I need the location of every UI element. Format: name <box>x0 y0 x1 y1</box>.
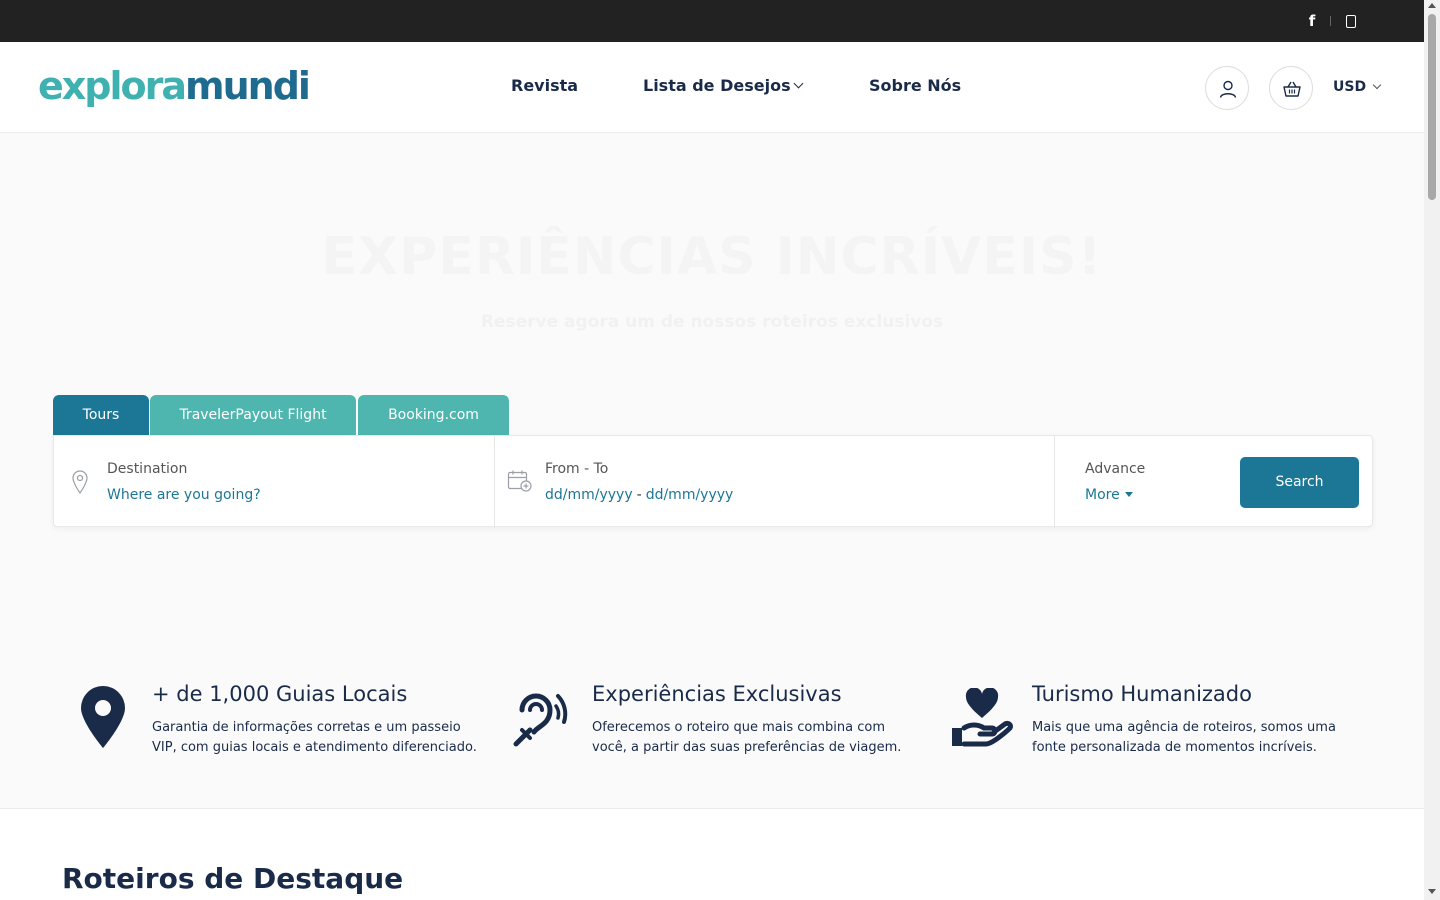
nav-item-sobre-nos[interactable]: Sobre Nós <box>869 76 961 96</box>
feature-title: + de 1,000 Guias Locais <box>152 682 408 706</box>
destination-label: Destination <box>107 461 188 477</box>
tab-travelerpayout-flight[interactable]: TravelerPayout Flight <box>150 395 356 435</box>
nav-item-label: Lista de Desejos <box>643 76 791 95</box>
top-bar: f <box>0 0 1424 42</box>
date-range-input[interactable]: dd/mm/yyyy - dd/mm/yyyy <box>545 486 733 504</box>
hero-title: EXPERIÊNCIAS INCRÍVEIS! <box>321 227 1103 287</box>
logo-part-explora: explora <box>38 64 187 108</box>
account-button[interactable] <box>1205 66 1249 110</box>
feature-title: Turismo Humanizado <box>1032 682 1252 706</box>
dates-label: From - To <box>545 461 609 477</box>
date-separator: - <box>636 487 642 503</box>
tab-booking-com[interactable]: Booking.com <box>358 395 509 435</box>
scroll-down-arrow-icon[interactable] <box>1428 889 1436 894</box>
nav-item-lista-de-desejos[interactable]: Lista de Desejos <box>643 76 804 96</box>
feature-description: Garantia de informações corretas e um pa… <box>152 720 477 755</box>
facebook-icon[interactable]: f <box>1305 12 1319 30</box>
location-icon <box>72 470 88 495</box>
social-divider <box>1330 16 1331 26</box>
advance-label: Advance <box>1085 461 1146 477</box>
chevron-down-icon <box>793 78 804 89</box>
tab-tours[interactable]: Tours <box>53 395 149 435</box>
currency-label: USD <box>1333 79 1367 95</box>
date-to[interactable]: dd/mm/yyyy <box>646 487 734 503</box>
feature-description: Mais que uma agência de roteiros, somos … <box>1032 720 1336 755</box>
basket-icon <box>1283 81 1301 97</box>
page-scrollbar[interactable] <box>1424 0 1440 900</box>
chevron-down-icon <box>1372 80 1382 90</box>
search-button[interactable]: Search <box>1240 457 1359 508</box>
scrollbar-thumb[interactable] <box>1428 14 1436 200</box>
user-icon <box>1219 80 1237 98</box>
nav-item-revista[interactable]: Revista <box>511 76 578 96</box>
date-from[interactable]: dd/mm/yyyy <box>545 487 633 503</box>
site-logo[interactable]: exploramundi <box>38 62 311 110</box>
feature-title: Experiências Exclusivas <box>592 682 842 706</box>
destination-input[interactable]: Where are you going? <box>107 486 261 504</box>
more-options-toggle[interactable]: More <box>1085 486 1133 504</box>
section-title: Roteiros de Destaque <box>62 862 404 895</box>
more-label: More <box>1085 487 1120 503</box>
cart-button[interactable] <box>1269 66 1313 110</box>
feature-description: Oferecemos o roteiro que mais combina co… <box>592 720 902 755</box>
map-pin-icon <box>81 686 125 748</box>
caret-down-icon <box>1124 492 1133 497</box>
currency-selector[interactable]: USD <box>1333 78 1382 96</box>
calendar-icon <box>507 470 532 492</box>
field-divider <box>1054 436 1055 528</box>
field-divider <box>494 436 495 528</box>
scroll-up-arrow-icon[interactable] <box>1428 3 1436 8</box>
hand-heart-icon <box>952 688 1013 747</box>
logo-part-mundi: mundi <box>185 64 311 108</box>
hero-subtitle: Reserve agora um de nossos roteiros excl… <box>480 312 944 332</box>
search-form: Destination Where are you going? From - … <box>53 435 1373 528</box>
instagram-icon[interactable] <box>1346 15 1356 28</box>
hearing-icon <box>513 693 568 747</box>
page: f exploramundi Revista Lista de Desejos … <box>0 0 1440 900</box>
site-header: exploramundi Revista Lista de Desejos So… <box>0 42 1424 133</box>
